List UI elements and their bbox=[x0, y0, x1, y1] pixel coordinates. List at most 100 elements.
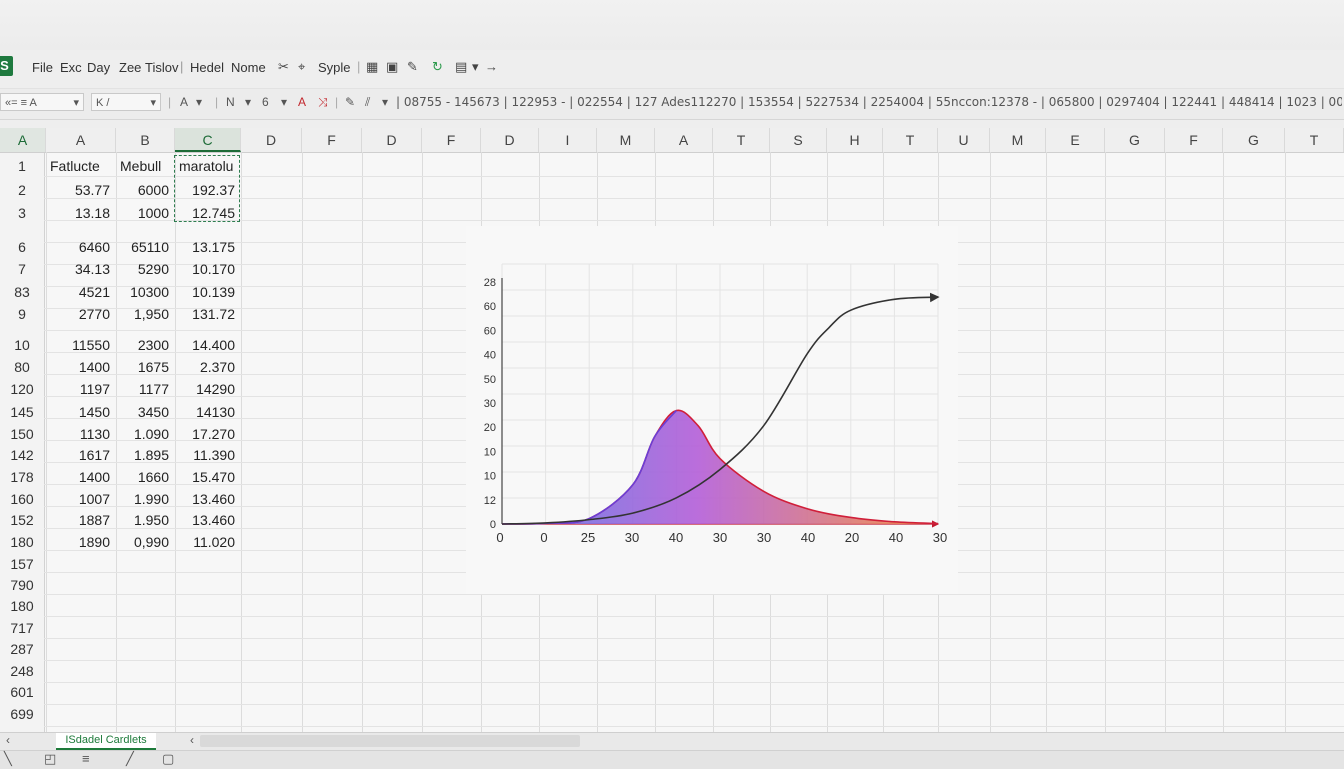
row-header[interactable]: 80 bbox=[0, 356, 44, 378]
table-cell[interactable]: 13.175 bbox=[175, 236, 241, 258]
table-cell[interactable]: 1660 bbox=[116, 466, 175, 488]
table-cell[interactable]: 0,990 bbox=[116, 531, 175, 553]
table-cell[interactable]: 3450 bbox=[116, 401, 175, 423]
refresh-icon[interactable]: ↻ bbox=[432, 59, 443, 75]
font-name-dropdown[interactable]: «= ≡ A ▾ bbox=[0, 93, 84, 111]
edit-icon[interactable]: ╱ bbox=[126, 751, 134, 767]
menu-day[interactable]: Day bbox=[87, 60, 110, 75]
table-cell[interactable]: 1007 bbox=[46, 488, 116, 510]
table-cell[interactable]: 13.18 bbox=[46, 202, 116, 224]
column-header[interactable]: H bbox=[827, 128, 883, 152]
table-cell[interactable]: 4521 bbox=[46, 281, 116, 303]
table-cell[interactable]: 13.460 bbox=[175, 488, 241, 510]
chevron-left-icon[interactable]: ‹ bbox=[190, 733, 194, 747]
row-header[interactable]: 152 bbox=[0, 509, 44, 531]
font-style-dropdown[interactable]: K / ▾ bbox=[91, 93, 161, 111]
table-cell[interactable]: 1617 bbox=[46, 444, 116, 466]
table-cell[interactable]: 6000 bbox=[116, 179, 175, 201]
row-header[interactable]: 9 bbox=[0, 303, 44, 325]
column-header[interactable]: D bbox=[481, 128, 539, 152]
column-header[interactable]: B bbox=[116, 128, 175, 152]
table-cell[interactable]: 34.13 bbox=[46, 258, 116, 280]
pen-icon[interactable]: ✎ bbox=[407, 59, 418, 75]
table-cell[interactable]: 1.895 bbox=[116, 444, 175, 466]
table-cell[interactable]: 1400 bbox=[46, 466, 116, 488]
table-cell[interactable]: 10.139 bbox=[175, 281, 241, 303]
column-header[interactable]: T bbox=[883, 128, 938, 152]
row-header[interactable]: 7 bbox=[0, 258, 44, 280]
row-header[interactable]: 790 bbox=[0, 574, 44, 596]
table-cell[interactable]: 1.990 bbox=[116, 488, 175, 510]
table-cell[interactable]: 1000 bbox=[116, 202, 175, 224]
menu-zee[interactable]: Zee bbox=[119, 60, 141, 75]
table-cell[interactable]: 1197 bbox=[46, 378, 116, 400]
row-header[interactable]: 248 bbox=[0, 660, 44, 682]
menu-syple[interactable]: Syple bbox=[318, 60, 351, 75]
table-header-cell[interactable]: Fatlucte bbox=[46, 155, 116, 177]
table-cell[interactable]: 14290 bbox=[175, 378, 241, 400]
table-cell[interactable]: 65110 bbox=[116, 236, 175, 258]
column-header[interactable]: A bbox=[46, 128, 116, 152]
align-icon[interactable]: A bbox=[180, 95, 188, 109]
table-cell[interactable]: 1400 bbox=[46, 356, 116, 378]
row-header[interactable]: 157 bbox=[0, 553, 44, 575]
table-cell[interactable]: 1,950 bbox=[116, 303, 175, 325]
layout-icon[interactable]: ≡ bbox=[82, 751, 90, 766]
select-all-corner[interactable]: A bbox=[0, 128, 46, 152]
table-cell[interactable]: 1177 bbox=[116, 378, 175, 400]
row-header[interactable]: 699 bbox=[0, 703, 44, 725]
menu-nome[interactable]: Nome bbox=[231, 60, 266, 75]
row-header[interactable]: 2 bbox=[0, 179, 44, 201]
table-cell[interactable]: 11550 bbox=[46, 334, 116, 356]
menu-tislov[interactable]: Tislov bbox=[145, 60, 178, 75]
sheet-tab-active[interactable]: ISdadel Cardlets bbox=[56, 733, 156, 750]
column-header[interactable]: T bbox=[1285, 128, 1344, 152]
cell-mode-icon[interactable]: ╲ bbox=[4, 751, 12, 767]
table-cell[interactable]: 17.270 bbox=[175, 423, 241, 445]
chevron-down-icon[interactable]: ▾ bbox=[472, 59, 479, 75]
column-header[interactable]: M bbox=[597, 128, 655, 152]
table-cell[interactable]: 1450 bbox=[46, 401, 116, 423]
row-header[interactable]: 150 bbox=[0, 423, 44, 445]
brush-icon[interactable]: ✎ bbox=[345, 95, 355, 109]
row-header[interactable]: 180 bbox=[0, 531, 44, 553]
table-cell[interactable]: 2300 bbox=[116, 334, 175, 356]
box-icon[interactable]: ▣ bbox=[386, 59, 398, 75]
table-cell[interactable]: 5290 bbox=[116, 258, 175, 280]
table-cell[interactable]: 2.370 bbox=[175, 356, 241, 378]
column-header[interactable]: D bbox=[241, 128, 302, 152]
table-cell[interactable]: 1890 bbox=[46, 531, 116, 553]
page-view-icon[interactable]: ◰ bbox=[44, 751, 56, 767]
fill-color-icon[interactable]: ⤨ bbox=[318, 95, 328, 110]
row-header[interactable]: 180 bbox=[0, 595, 44, 617]
row-header[interactable]: 178 bbox=[0, 466, 44, 488]
font-size-label[interactable]: N bbox=[226, 95, 235, 109]
font-color-icon[interactable]: A bbox=[298, 95, 306, 109]
formula-bar[interactable]: | 08755 - 145673 | 122953 - | 022554 | 1… bbox=[396, 93, 1342, 111]
column-header[interactable]: F bbox=[422, 128, 481, 152]
column-header[interactable]: E bbox=[1046, 128, 1105, 152]
row-header[interactable]: 287 bbox=[0, 638, 44, 660]
row-header[interactable]: 717 bbox=[0, 617, 44, 639]
column-header[interactable]: A bbox=[655, 128, 713, 152]
table-cell[interactable]: 14.400 bbox=[175, 334, 241, 356]
table-cell[interactable]: 1.090 bbox=[116, 423, 175, 445]
column-header-selected[interactable]: C bbox=[175, 128, 241, 152]
row-header[interactable]: 160 bbox=[0, 488, 44, 510]
table-header-cell[interactable]: Mebull bbox=[116, 155, 175, 177]
table-cell[interactable]: 1887 bbox=[46, 509, 116, 531]
chevron-left-icon[interactable]: ‹ bbox=[6, 733, 10, 747]
chart-icon[interactable]: ⫽ bbox=[365, 95, 370, 110]
table-cell[interactable]: 11.390 bbox=[175, 444, 241, 466]
column-header[interactable]: I bbox=[539, 128, 597, 152]
table-cell[interactable]: 15.470 bbox=[175, 466, 241, 488]
table-cell[interactable]: 14130 bbox=[175, 401, 241, 423]
row-header[interactable]: 601 bbox=[0, 681, 44, 703]
row-header[interactable]: 145 bbox=[0, 401, 44, 423]
menu-file[interactable]: File bbox=[32, 60, 53, 75]
column-header[interactable]: D bbox=[362, 128, 422, 152]
cursor-icon[interactable]: ⌖ bbox=[298, 59, 305, 75]
menu-hedel[interactable]: Hedel bbox=[190, 60, 224, 75]
column-header[interactable]: M bbox=[990, 128, 1046, 152]
arrow-right-icon[interactable]: → bbox=[485, 59, 498, 74]
